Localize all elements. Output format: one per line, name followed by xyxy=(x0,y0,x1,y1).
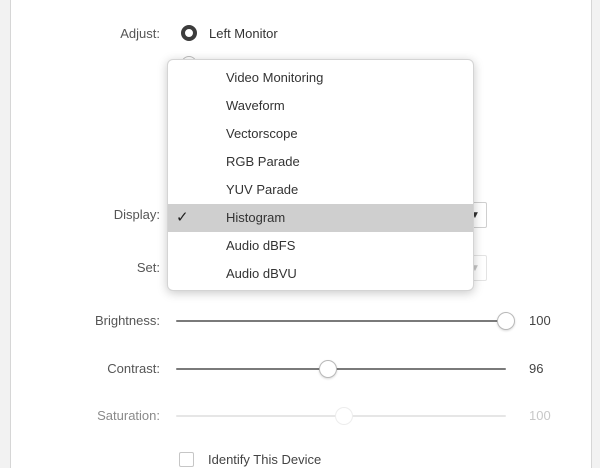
display-dropdown-menu: Video Monitoring Waveform Vectorscope RG… xyxy=(167,59,474,291)
identify-label: Identify This Device xyxy=(208,452,322,467)
menu-item-audio-dbvu[interactable]: Audio dBVU xyxy=(168,260,473,288)
checkmark-icon: ✓ xyxy=(176,209,189,226)
brightness-slider-thumb[interactable] xyxy=(497,312,515,330)
display-label: Display: xyxy=(113,207,160,222)
menu-item-label: Waveform xyxy=(226,98,285,113)
identify-checkbox[interactable] xyxy=(179,452,194,467)
contrast-label: Contrast: xyxy=(107,361,160,376)
adjust-label: Adjust: xyxy=(120,26,160,41)
menu-item-vectorscope[interactable]: Vectorscope xyxy=(168,120,473,148)
menu-item-rgb-parade[interactable]: RGB Parade xyxy=(168,148,473,176)
radio-left-monitor-label: Left Monitor xyxy=(209,26,278,41)
set-label: Set: xyxy=(136,260,160,275)
brightness-label: Brightness: xyxy=(94,313,160,328)
menu-item-label: Audio dBFS xyxy=(226,238,296,253)
menu-item-label: Histogram xyxy=(226,210,286,225)
brightness-track[interactable] xyxy=(176,320,506,322)
menu-item-label: Vectorscope xyxy=(226,126,298,141)
contrast-slider-thumb[interactable] xyxy=(318,360,337,378)
menu-item-waveform[interactable]: Waveform xyxy=(168,92,473,120)
menu-item-histogram[interactable]: ✓ Histogram xyxy=(168,204,473,232)
menu-item-label: Video Monitoring xyxy=(226,70,324,85)
radio-left-monitor[interactable] xyxy=(181,25,197,41)
menu-item-label: Audio dBVU xyxy=(226,266,297,281)
saturation-label: Saturation: xyxy=(97,408,160,423)
saturation-value: 100 xyxy=(529,408,551,423)
menu-item-label: YUV Parade xyxy=(226,182,299,197)
contrast-track[interactable] xyxy=(176,368,506,370)
menu-item-video-monitoring[interactable]: Video Monitoring xyxy=(168,64,473,92)
saturation-slider-thumb[interactable] xyxy=(335,407,354,425)
menu-item-yuv-parade[interactable]: YUV Parade xyxy=(168,176,473,204)
menu-item-label: RGB Parade xyxy=(226,154,300,169)
contrast-value: 96 xyxy=(529,361,544,376)
brightness-value: 100 xyxy=(529,313,551,328)
menu-item-audio-dbfs[interactable]: Audio dBFS xyxy=(168,232,473,260)
